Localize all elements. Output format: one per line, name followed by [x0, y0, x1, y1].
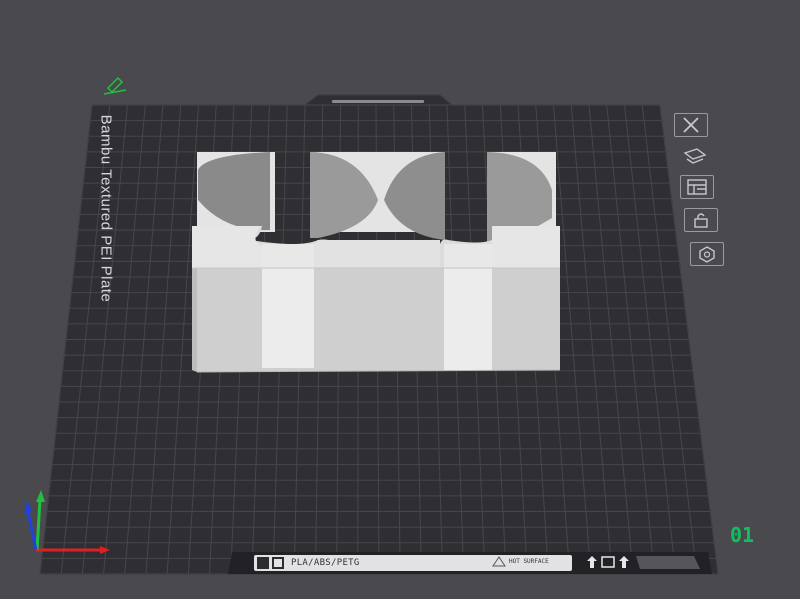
plate-label-strip: PLA/ABS/PETG HOT SURFACE — [254, 555, 572, 571]
edit-pencil-icon[interactable] — [103, 76, 127, 95]
hot-surface-text: HOT SURFACE — [509, 557, 549, 565]
plate-square-icon — [601, 556, 615, 568]
qr-code-icon — [257, 557, 269, 569]
hexagon-settings-icon — [699, 246, 715, 263]
orient-icon — [683, 148, 707, 164]
filament-types-label: PLA/ABS/PETG — [291, 558, 360, 568]
warning-triangle-icon — [492, 556, 506, 567]
plate-type-icon — [272, 557, 284, 569]
hot-surface-warning: HOT SURFACE — [492, 556, 559, 567]
plate-handle-slot — [332, 100, 424, 103]
close-x-icon — [683, 117, 699, 133]
arrow-up-icon — [619, 556, 629, 568]
plate-type-label: Bambu Textured PEI Plate — [97, 114, 115, 303]
3d-viewport[interactable]: Bambu Textured PEI Plate PLA/ABS/PETG HO… — [0, 0, 800, 599]
lock-plate-button[interactable] — [684, 208, 718, 232]
plate-tab-marker — [636, 556, 700, 569]
plate-options-button[interactable] — [690, 242, 724, 266]
arrow-up-icon — [587, 556, 597, 568]
build-plate-canvas[interactable] — [0, 0, 800, 599]
auto-orient-button[interactable] — [678, 144, 712, 168]
arrange-objects-button[interactable] — [674, 113, 708, 137]
plate-number[interactable]: 01 — [730, 523, 754, 547]
model-object[interactable] — [192, 152, 561, 373]
layout-icon — [687, 179, 707, 195]
plate-settings-button[interactable] — [680, 175, 714, 199]
plate-orientation-icons — [586, 555, 630, 569]
lock-icon — [694, 213, 708, 228]
